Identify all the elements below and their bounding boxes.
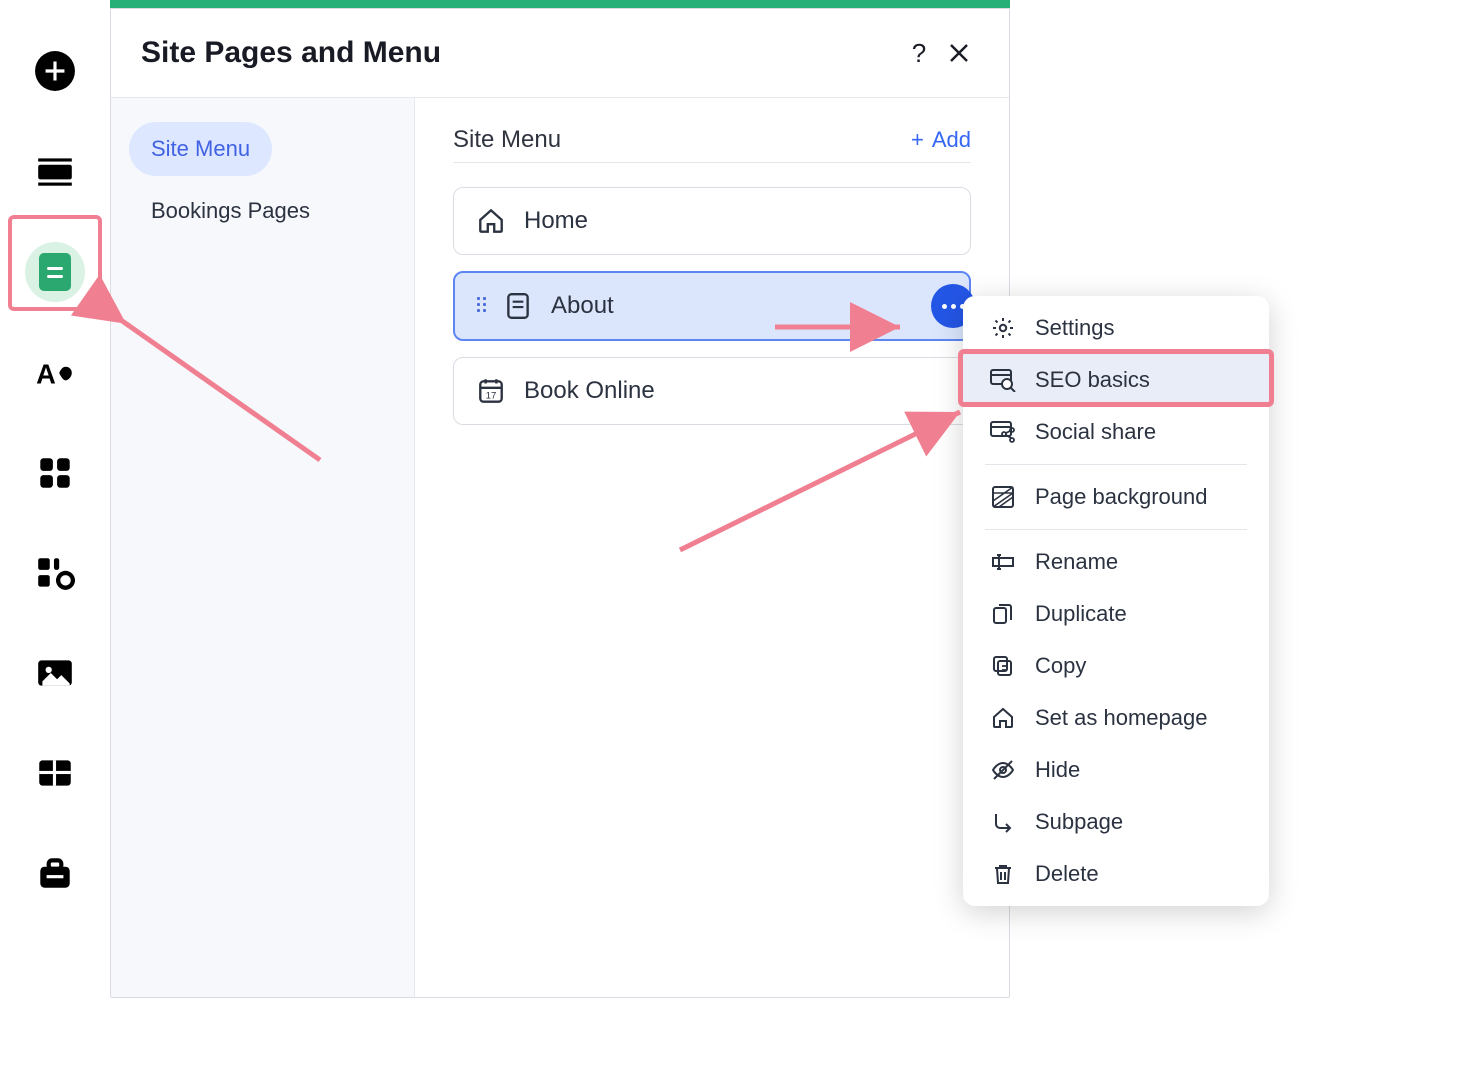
panel-title: Site Pages and Menu — [141, 36, 899, 70]
calendar-icon: 17 — [476, 376, 506, 406]
menu-label: Social share — [1035, 419, 1156, 445]
menu-label: Delete — [1035, 861, 1099, 887]
page-label: Book Online — [524, 377, 655, 405]
drag-handle-icon[interactable] — [477, 297, 491, 315]
panel-left-nav: Site Menu Bookings Pages — [111, 98, 415, 997]
pages-icon[interactable] — [25, 242, 85, 302]
social-share-icon — [989, 418, 1017, 446]
close-icon[interactable] — [939, 33, 979, 73]
apps-icon[interactable] — [34, 452, 76, 494]
delete-icon — [989, 860, 1017, 888]
business-icon[interactable] — [34, 852, 76, 894]
plus-icon: + — [911, 127, 924, 153]
menu-item-social-share[interactable]: Social share — [963, 406, 1269, 458]
home-icon — [476, 206, 506, 236]
menu-label: Subpage — [1035, 809, 1123, 835]
menu-label: Page background — [1035, 484, 1207, 510]
menu-item-seo-basics[interactable]: SEO basics — [963, 354, 1269, 406]
add-icon[interactable] — [34, 50, 76, 92]
menu-item-settings[interactable]: Settings — [963, 302, 1269, 354]
duplicate-icon — [989, 600, 1017, 628]
menu-item-set-as-homepage[interactable]: Set as homepage — [963, 692, 1269, 744]
menu-item-subpage[interactable]: Subpage — [963, 796, 1269, 848]
left-nav-site-menu[interactable]: Site Menu — [129, 122, 272, 176]
settings-icon — [989, 314, 1017, 342]
editor-left-sidebar: A — [0, 0, 110, 1070]
add-page-button[interactable]: + Add — [911, 127, 971, 153]
seo-icon — [989, 366, 1017, 394]
menu-label: Rename — [1035, 549, 1118, 575]
copy-icon — [989, 652, 1017, 680]
content-icon[interactable] — [34, 752, 76, 794]
help-icon[interactable]: ? — [899, 33, 939, 73]
menu-label: Duplicate — [1035, 601, 1127, 627]
theme-icon[interactable]: A — [34, 352, 76, 394]
more-dots-icon — [942, 304, 965, 309]
menu-label: Hide — [1035, 757, 1080, 783]
page-label: Home — [524, 207, 588, 235]
left-nav-bookings-pages[interactable]: Bookings Pages — [129, 184, 396, 238]
site-pages-panel: Site Pages and Menu ? Site Menu Bookings… — [110, 8, 1010, 998]
subpage-icon — [989, 808, 1017, 836]
menu-item-copy[interactable]: Copy — [963, 640, 1269, 692]
section-divider — [453, 162, 971, 163]
panel-header: Site Pages and Menu ? — [111, 9, 1009, 98]
menu-item-page-background[interactable]: Page background — [963, 471, 1269, 523]
menu-item-rename[interactable]: Rename — [963, 536, 1269, 588]
page-context-menu: Settings SEO basics Social share Page ba… — [963, 296, 1269, 906]
menu-label: Copy — [1035, 653, 1086, 679]
add-button-label: Add — [932, 127, 971, 153]
section-title: Site Menu — [453, 126, 561, 154]
page-item-book-online[interactable]: 17 Book Online — [453, 357, 971, 425]
svg-text:17: 17 — [486, 391, 497, 402]
manage-icon[interactable] — [34, 552, 76, 594]
page-item-home[interactable]: Home — [453, 187, 971, 255]
menu-item-delete[interactable]: Delete — [963, 848, 1269, 900]
top-green-bar — [110, 0, 1010, 8]
media-icon[interactable] — [34, 652, 76, 694]
page-label: About — [551, 292, 614, 320]
page-icon — [503, 291, 533, 321]
page-item-about[interactable]: About — [453, 271, 971, 341]
menu-item-hide[interactable]: Hide — [963, 744, 1269, 796]
hide-icon — [989, 756, 1017, 784]
panel-right-content: Site Menu + Add Home About — [415, 98, 1009, 997]
sections-icon[interactable] — [34, 150, 76, 192]
rename-icon — [989, 548, 1017, 576]
menu-label: Settings — [1035, 315, 1115, 341]
menu-separator — [985, 464, 1247, 465]
svg-text:A: A — [36, 359, 56, 390]
menu-label: Set as homepage — [1035, 705, 1207, 731]
background-icon — [989, 483, 1017, 511]
menu-label: SEO basics — [1035, 367, 1150, 393]
menu-separator — [985, 529, 1247, 530]
menu-item-duplicate[interactable]: Duplicate — [963, 588, 1269, 640]
homepage-icon — [989, 704, 1017, 732]
